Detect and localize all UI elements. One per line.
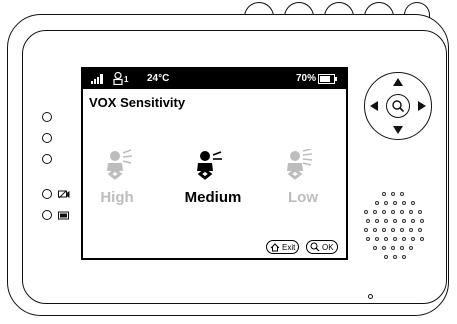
magnifier-icon bbox=[310, 242, 320, 252]
dpad-up-arrow-icon[interactable] bbox=[393, 78, 403, 86]
speaker-hole bbox=[402, 219, 406, 223]
speaker-hole bbox=[400, 228, 404, 232]
speaker-hole bbox=[420, 219, 424, 223]
ok-button[interactable]: OK bbox=[306, 240, 338, 254]
speaker-hole bbox=[418, 210, 422, 214]
option-high[interactable]: High bbox=[100, 189, 133, 206]
left-button-3[interactable] bbox=[42, 154, 52, 164]
baby-high-icon[interactable] bbox=[103, 149, 133, 185]
dpad-left-arrow-icon[interactable] bbox=[370, 101, 378, 111]
speaker-hole bbox=[391, 210, 395, 214]
speaker-hole bbox=[364, 228, 368, 232]
speaker-hole bbox=[384, 255, 388, 259]
speaker-hole bbox=[411, 237, 415, 241]
baby-medium-icon[interactable] bbox=[193, 149, 223, 185]
speaker-hole bbox=[375, 201, 379, 205]
speaker-hole bbox=[373, 228, 377, 232]
speaker-hole bbox=[409, 210, 413, 214]
speaker-hole bbox=[364, 210, 368, 214]
speaker-hole bbox=[382, 246, 386, 250]
speaker-hole bbox=[402, 237, 406, 241]
camera-index: 1 bbox=[124, 75, 129, 84]
speaker-hole bbox=[384, 219, 388, 223]
speaker-hole bbox=[391, 228, 395, 232]
home-icon bbox=[270, 242, 280, 251]
speaker-hole bbox=[420, 237, 424, 241]
ok-label: OK bbox=[322, 242, 334, 252]
dpad-down-arrow-icon[interactable] bbox=[393, 126, 403, 134]
speaker-hole bbox=[382, 192, 386, 196]
speaker-hole bbox=[402, 201, 406, 205]
speaker-hole bbox=[366, 237, 370, 241]
speaker-hole bbox=[393, 255, 397, 259]
exit-label: Exit bbox=[282, 242, 296, 252]
speaker-hole bbox=[411, 219, 415, 223]
speaker-hole bbox=[411, 201, 415, 205]
speaker-hole bbox=[393, 237, 397, 241]
speaker-hole bbox=[400, 246, 404, 250]
speaker-hole bbox=[384, 201, 388, 205]
speaker-hole bbox=[382, 210, 386, 214]
speaker-hole bbox=[375, 237, 379, 241]
talk-icon bbox=[58, 190, 70, 199]
battery-icon bbox=[58, 211, 69, 220]
battery-level-icon bbox=[318, 74, 337, 84]
speaker-hole bbox=[393, 219, 397, 223]
signal-icon bbox=[91, 74, 103, 84]
power-button[interactable] bbox=[42, 210, 52, 220]
battery-percent: 70% bbox=[295, 73, 316, 84]
speaker-hole bbox=[391, 246, 395, 250]
left-button-2[interactable] bbox=[42, 133, 52, 143]
dpad-right-arrow-icon[interactable] bbox=[418, 101, 426, 111]
speaker-hole bbox=[400, 192, 404, 196]
camera-baby-icon bbox=[113, 72, 123, 85]
exit-button[interactable]: Exit bbox=[266, 240, 300, 254]
speaker-hole bbox=[382, 228, 386, 232]
status-led bbox=[368, 294, 373, 299]
baby-low-icon[interactable] bbox=[283, 149, 313, 185]
talk-button[interactable] bbox=[42, 189, 52, 199]
temperature: 24°C bbox=[147, 73, 170, 84]
speaker-hole bbox=[393, 201, 397, 205]
status-bar: 1 24°C 70% bbox=[83, 69, 346, 89]
dpad-center-magnifier-icon bbox=[392, 100, 405, 113]
screen: 1 24°C 70% VOX Sensitivity High Medium L… bbox=[81, 67, 348, 260]
option-medium[interactable]: Medium bbox=[185, 189, 242, 206]
speaker-hole bbox=[391, 192, 395, 196]
speaker-hole bbox=[400, 210, 404, 214]
speaker-hole bbox=[402, 255, 406, 259]
page-title: VOX Sensitivity bbox=[89, 95, 186, 110]
speaker-hole bbox=[366, 219, 370, 223]
speaker-hole bbox=[409, 228, 413, 232]
option-low[interactable]: Low bbox=[288, 189, 318, 206]
speaker-hole bbox=[375, 219, 379, 223]
left-button-1[interactable] bbox=[42, 112, 52, 122]
speaker-hole bbox=[373, 246, 377, 250]
speaker-hole bbox=[373, 210, 377, 214]
speaker-grille bbox=[364, 192, 438, 266]
speaker-hole bbox=[384, 237, 388, 241]
speaker-hole bbox=[418, 228, 422, 232]
speaker-hole bbox=[409, 246, 413, 250]
